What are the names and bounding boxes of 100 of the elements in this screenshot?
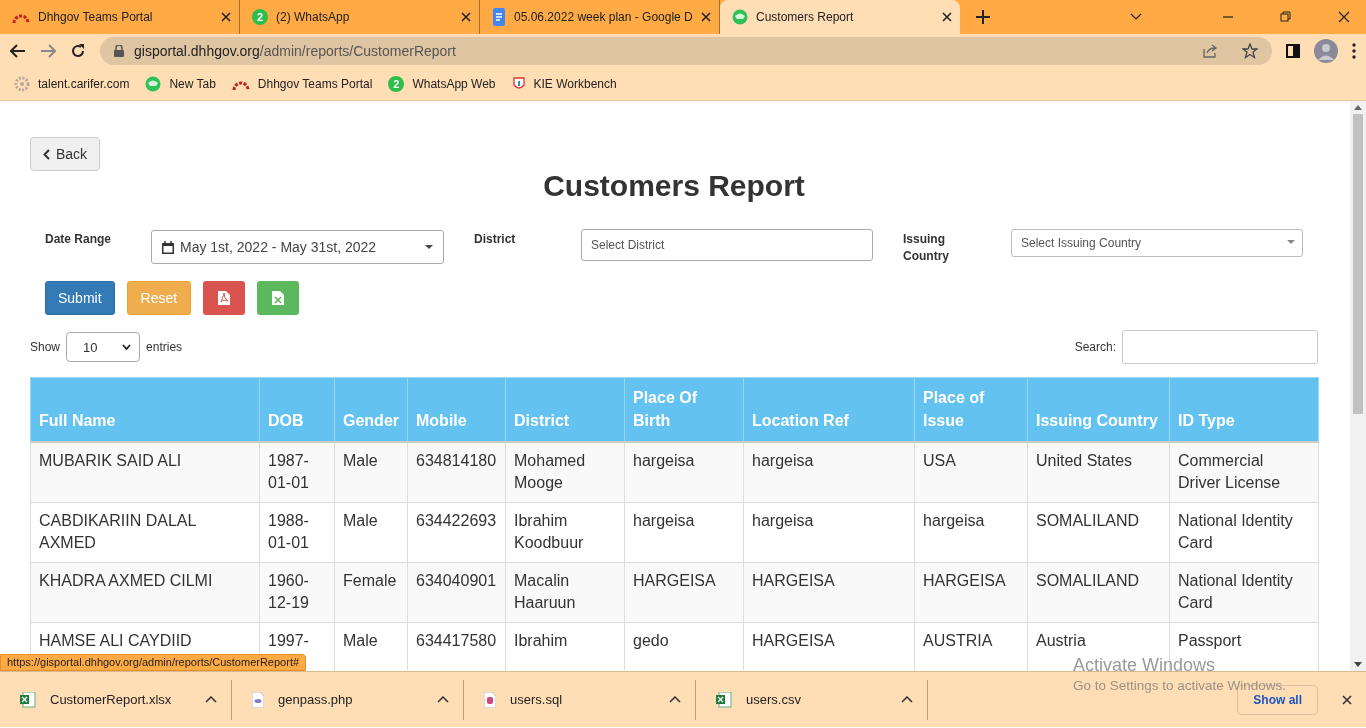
table-cell: CABDIKARIIN DALAL AXMED <box>30 502 260 563</box>
bookmark-link[interactable]: KIE Workbench <box>511 76 617 92</box>
table-cell: SOMALILAND <box>1027 562 1170 623</box>
table-cell: 634040901 <box>407 562 506 623</box>
lock-icon <box>114 45 124 57</box>
gear-icon <box>14 76 30 92</box>
table-cell: Commercial Driver License <box>1169 442 1319 503</box>
back-arrow-icon[interactable] <box>10 44 26 58</box>
close-icon[interactable] <box>1342 694 1352 705</box>
page-title: Customers Report <box>542 169 806 203</box>
scroll-up-icon <box>1354 105 1362 110</box>
caret-down-icon <box>1287 240 1295 244</box>
search-field[interactable] <box>1122 330 1318 364</box>
table-cell: hargeisa <box>624 442 744 503</box>
show-label: Show <box>30 340 61 354</box>
chat-badge-icon: 2 <box>388 76 405 92</box>
close-icon[interactable] <box>1338 11 1350 23</box>
pdf-export-button[interactable] <box>203 281 246 315</box>
table-cell: HARGEISA <box>914 562 1028 623</box>
back-button[interactable]: Back <box>30 137 101 171</box>
more-menu-icon[interactable] <box>1352 43 1356 59</box>
share-icon[interactable] <box>1202 43 1218 59</box>
close-icon[interactable] <box>461 12 471 22</box>
avatar-icon[interactable] <box>1314 39 1338 63</box>
table-cell: hargeisa <box>743 442 915 503</box>
caret-down-icon <box>425 245 433 249</box>
entries-label: entries <box>146 340 183 354</box>
download-item[interactable]: genpass.php <box>232 679 464 720</box>
chevron-up-icon[interactable] <box>205 696 217 703</box>
table-cell: Female <box>334 562 408 623</box>
plus-icon[interactable] <box>976 10 990 24</box>
table-cell: HARGEISA <box>743 562 915 623</box>
table-cell: 1988-01-01 <box>259 502 335 563</box>
database-file-icon <box>484 691 496 708</box>
download-item[interactable]: users.sql <box>464 679 696 720</box>
table-cell: Macalin Haaruun <box>505 562 625 623</box>
bookmark-link[interactable]: talent.carifer.com <box>14 76 130 92</box>
table-cell: United States <box>1027 442 1170 503</box>
district-field[interactable]: Select District <box>581 229 873 261</box>
date-range-picker[interactable]: May 1st, 2022 - May 31st, 2022 <box>151 230 444 264</box>
bookmark-link[interactable]: New Tab <box>145 76 216 92</box>
table-cell: National Identity Card <box>1169 502 1319 563</box>
filter-label: Issuing Country <box>903 231 950 265</box>
restore-icon[interactable] <box>1280 11 1292 23</box>
table-cell: 1987-01-01 <box>259 442 335 503</box>
status-url-tooltip: https://gisportal.dhhgov.org/admin/reports/CustomerReport# <box>0 654 307 671</box>
entries-select[interactable]: 10 <box>66 332 141 362</box>
chevron-left-icon <box>43 148 50 160</box>
search-label: Search: <box>1074 340 1116 354</box>
document-icon <box>492 8 506 26</box>
table-cell: SOMALILAND <box>1027 502 1170 563</box>
spreadsheet-file-icon <box>716 691 732 708</box>
chevron-up-icon[interactable] <box>437 696 449 703</box>
activation-title: Activate Windows <box>1073 656 1217 674</box>
forward-arrow-icon[interactable] <box>40 44 56 58</box>
side-panel-icon[interactable] <box>1286 44 1300 58</box>
calendar-icon <box>162 240 174 254</box>
table-cell: 634422693 <box>407 502 506 563</box>
url-text: gisportal.dhhgov.org/admin/reports/CustomerReport <box>134 43 456 59</box>
chat-badge-icon: 2 <box>252 9 268 25</box>
table-cell: 1960-12-19 <box>259 562 335 623</box>
spreadsheet-file-icon <box>20 691 36 708</box>
filter-label: District <box>474 231 517 248</box>
submit-button[interactable]: Submit <box>45 281 115 315</box>
address-bar[interactable]: gisportal.dhhgov.org/admin/reports/CustomerReport <box>100 37 1272 65</box>
table-cell: HARGEISA <box>624 562 744 623</box>
php-file-icon <box>252 691 264 708</box>
table-cell: hargeisa <box>743 502 915 563</box>
close-icon[interactable] <box>221 12 231 22</box>
table-cell: hargeisa <box>914 502 1028 563</box>
globe-icon <box>732 9 748 25</box>
browser-tab[interactable]: Customers Report <box>720 0 960 34</box>
scroll-down-icon <box>1354 662 1362 667</box>
chevron-up-icon[interactable] <box>901 696 913 703</box>
download-item[interactable]: users.csv <box>696 679 928 720</box>
close-icon[interactable] <box>701 12 711 22</box>
table-cell: KHADRA AXMED CILMI <box>30 562 260 623</box>
table-cell: 634814180 <box>407 442 506 503</box>
chevron-up-icon[interactable] <box>669 696 681 703</box>
download-item[interactable]: CustomerReport.xlsx <box>0 679 232 720</box>
country-select[interactable]: Select Issuing Country <box>1011 229 1303 257</box>
scrollbar[interactable] <box>1350 101 1366 671</box>
table-cell: Male <box>334 502 408 563</box>
star-icon[interactable] <box>1242 43 1258 59</box>
reload-icon[interactable] <box>70 43 86 59</box>
table-cell: USA <box>914 442 1028 503</box>
table-cell: Male <box>334 442 408 503</box>
filter-label: Date Range <box>45 231 113 248</box>
table-cell: hargeisa <box>624 502 744 563</box>
bookmark-link[interactable]: Dhhgov Teams Portal <box>231 77 373 91</box>
close-icon[interactable] <box>942 12 952 22</box>
spreadsheet-file-icon <box>271 290 286 306</box>
chevron-down-icon <box>122 344 132 350</box>
globe-icon <box>145 76 162 92</box>
table-cell: Mohamed Mooge <box>505 442 625 503</box>
table-cell: MUBARIK SAID ALI <box>30 442 260 503</box>
bookmark-link[interactable]: 2 WhatsApp Web <box>388 76 496 92</box>
pdf-file-icon <box>217 290 232 306</box>
table-cell: Ibrahim Koodbuur <box>505 502 625 563</box>
table-cell: National Identity Card <box>1169 562 1319 623</box>
